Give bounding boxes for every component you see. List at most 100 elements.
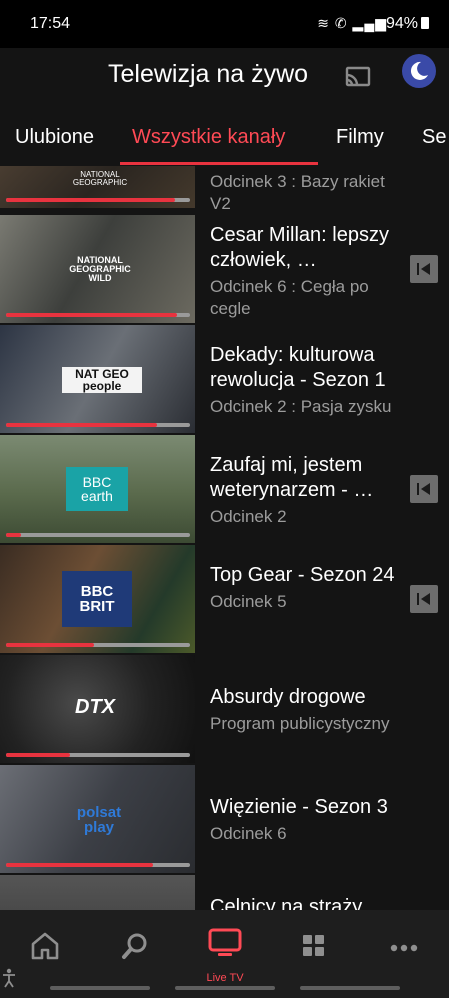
channel-thumbnail: BBC BRIT xyxy=(0,545,195,653)
channel-logo: polsat play xyxy=(76,804,122,836)
program-title: Absurdy drogowe xyxy=(210,686,366,708)
progress-track xyxy=(6,313,190,317)
home-icon xyxy=(31,932,59,960)
program-info: Dekady: kulturowa rewolucja - Sezon 1 Od… xyxy=(210,343,405,418)
progress-fill xyxy=(6,198,176,202)
program-title: Celnicy na straży xyxy=(210,896,363,910)
program-episode: Program publicystyczny xyxy=(210,714,390,733)
progress-track xyxy=(6,863,190,867)
program-title: Więzienie - Sezon 3 xyxy=(210,796,388,818)
nav-categories[interactable] xyxy=(284,926,344,976)
replay-icon xyxy=(417,483,430,495)
progress-fill xyxy=(6,643,95,647)
channel-thumbnail: DTX xyxy=(0,655,195,763)
list-item[interactable]: NATIONAL GEOGRAPHIC WILD Cesar Millan: l… xyxy=(0,215,449,325)
status-bar: 17:54 ≋ ✆ ▂▄▆ 94% xyxy=(0,0,449,48)
program-episode: Odcinek 5 xyxy=(210,592,287,611)
progress-fill xyxy=(6,423,157,427)
tab-series[interactable]: Se xyxy=(422,126,446,149)
program-info: Top Gear - Sezon 24 Odcinek 5 xyxy=(210,563,405,613)
channel-logo: NATIONAL GEOGRAPHIC WILD xyxy=(55,247,145,292)
replay-icon xyxy=(417,263,430,275)
list-item[interactable]: Celnicy na straży xyxy=(0,875,449,910)
battery-indicator: 94% xyxy=(386,15,429,33)
program-info: Cesar Millan: lepszy człowiek, … Odcinek… xyxy=(210,223,405,320)
channel-logo: BBC BRIT xyxy=(62,571,132,627)
progress-fill xyxy=(6,313,178,317)
progress-track xyxy=(6,198,190,202)
gesture-bar xyxy=(50,986,150,990)
battery-icon xyxy=(421,17,429,29)
program-info: Więzienie - Sezon 3 Odcinek 6 xyxy=(210,795,405,845)
program-info: Odcinek 3 : Bazy rakiet V2 xyxy=(210,168,405,215)
channel-thumbnail: NATIONAL GEOGRAPHIC xyxy=(0,166,195,208)
grid-icon xyxy=(303,935,324,956)
cast-icon[interactable] xyxy=(343,62,373,92)
program-episode: Odcinek 6 : Cegła po cegle xyxy=(210,277,369,318)
program-title: Cesar Millan: lepszy człowiek, … xyxy=(210,224,389,271)
replay-icon xyxy=(417,593,430,605)
bottom-navigation: Live TV xyxy=(0,910,449,998)
call-icon: ✆ xyxy=(334,15,348,31)
program-title: Top Gear - Sezon 24 xyxy=(210,564,395,586)
progress-track xyxy=(6,423,190,427)
battery-percent: 94% xyxy=(385,15,418,32)
list-item[interactable]: polsat play Więzienie - Sezon 3 Odcinek … xyxy=(0,765,449,875)
gesture-bar xyxy=(175,986,275,990)
program-episode: Odcinek 6 xyxy=(210,824,287,843)
channel-logo: DTX xyxy=(75,696,115,718)
list-item[interactable]: BBC BRIT Top Gear - Sezon 24 Odcinek 5 xyxy=(0,545,449,655)
progress-fill xyxy=(6,753,71,757)
progress-fill xyxy=(6,863,154,867)
nav-more[interactable] xyxy=(374,926,434,976)
channel-logo: NAT GEO people xyxy=(62,367,142,393)
progress-track xyxy=(6,643,190,647)
program-episode: Odcinek 2 xyxy=(210,507,287,526)
night-mode-button[interactable] xyxy=(402,54,436,88)
nav-search[interactable] xyxy=(105,926,165,976)
program-info: Absurdy drogowe Program publicystyczny xyxy=(210,685,405,735)
channel-logo-text: NATIONAL GEOGRAPHIC WILD xyxy=(69,255,131,283)
replay-button[interactable] xyxy=(410,255,438,283)
moon-icon xyxy=(410,61,428,80)
list-item[interactable]: BBC earth Zaufaj mi, jestem weterynarzem… xyxy=(0,435,449,545)
active-tab-indicator xyxy=(120,162,318,165)
more-icon xyxy=(390,944,418,952)
program-episode: Odcinek 3 : Bazy rakiet V2 xyxy=(210,172,385,213)
program-episode: Odcinek 2 : Pasja zysku xyxy=(210,397,392,416)
channel-thumbnail: polsat play xyxy=(0,765,195,873)
status-time: 17:54 xyxy=(30,15,71,32)
app-header: Telewizja na żywo xyxy=(0,48,449,108)
channel-list[interactable]: NATIONAL GEOGRAPHIC Odcinek 3 : Bazy rak… xyxy=(0,166,449,910)
list-item[interactable]: NAT GEO people Dekady: kulturowa rewoluc… xyxy=(0,325,449,435)
tab-movies[interactable]: Filmy xyxy=(336,126,384,149)
progress-track xyxy=(6,533,190,537)
signal-icon: ▂▄▆ xyxy=(352,15,387,31)
nav-live-tv[interactable]: Live TV xyxy=(195,926,255,984)
replay-button[interactable] xyxy=(410,585,438,613)
channel-thumbnail: NAT GEO people xyxy=(0,325,195,433)
page-title: Telewizja na żywo xyxy=(108,60,309,88)
tab-all-channels[interactable]: Wszystkie kanały xyxy=(132,126,285,149)
tv-icon xyxy=(208,928,242,956)
category-tabs: Ulubione Wszystkie kanały Filmy Se xyxy=(0,108,449,166)
program-info: Zaufaj mi, jestem weterynarzem - … Odcin… xyxy=(210,453,405,528)
channel-logo: NATIONAL GEOGRAPHIC xyxy=(72,170,128,187)
gesture-bar xyxy=(300,986,400,990)
list-item[interactable]: DTX Absurdy drogowe Program publicystycz… xyxy=(0,655,449,765)
progress-fill xyxy=(6,533,21,537)
program-title: Zaufaj mi, jestem weterynarzem - … xyxy=(210,454,374,501)
replay-button[interactable] xyxy=(410,475,438,503)
channel-thumbnail: BBC earth xyxy=(0,435,195,543)
accessibility-icon[interactable] xyxy=(2,968,16,988)
program-title: Dekady: kulturowa rewolucja - Sezon 1 xyxy=(210,344,386,391)
nav-home[interactable] xyxy=(15,926,75,976)
nav-live-tv-label: Live TV xyxy=(206,972,244,984)
channel-thumbnail xyxy=(0,875,195,910)
list-item[interactable]: NATIONAL GEOGRAPHIC Odcinek 3 : Bazy rak… xyxy=(0,166,449,213)
tab-favorites[interactable]: Ulubione xyxy=(15,126,94,149)
status-icons: ≋ ✆ ▂▄▆ xyxy=(317,15,387,32)
progress-track xyxy=(6,753,190,757)
channel-thumbnail: NATIONAL GEOGRAPHIC WILD xyxy=(0,215,195,323)
channel-logo: BBC earth xyxy=(66,467,128,511)
